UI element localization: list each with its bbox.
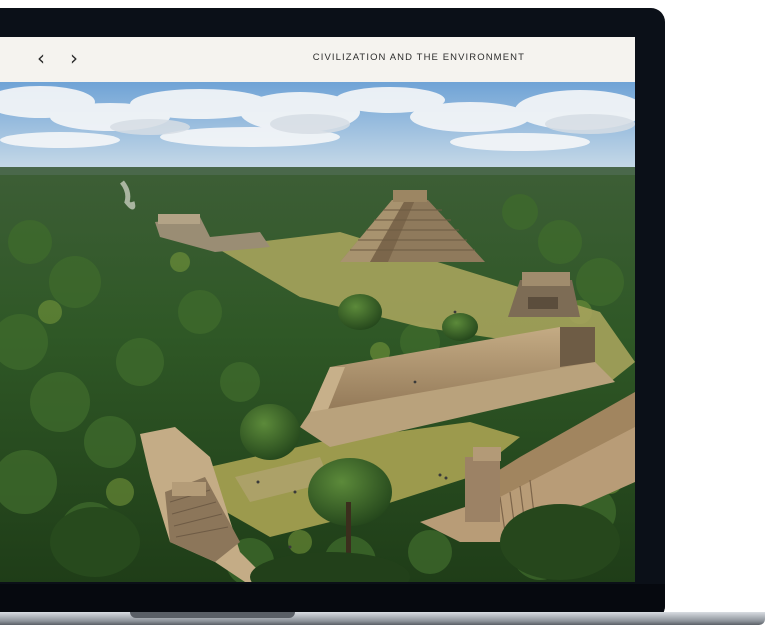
laptop-base (0, 612, 765, 625)
chevron-left-icon[interactable]: ‹ (28, 45, 54, 71)
chapter-title: CIVILIZATION AND THE ENVIRONMENT (312, 52, 525, 63)
laptop-hinge-notch (130, 612, 295, 618)
chevron-right-icon[interactable]: › (61, 45, 87, 71)
aerial-photo (0, 82, 635, 582)
laptop-screen: ‹ › CIVILIZATION AND THE ENVIRONMENT (0, 37, 635, 582)
laptop-mockup: ‹ › CIVILIZATION AND THE ENVIRONMENT (0, 0, 765, 625)
reader-toolbar: ‹ › CIVILIZATION AND THE ENVIRONMENT (0, 37, 635, 82)
